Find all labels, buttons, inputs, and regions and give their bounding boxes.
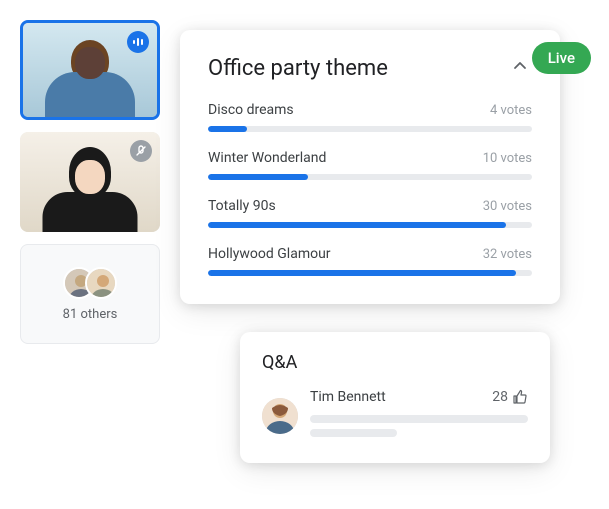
poll-option-votes: 32 votes [483,247,532,262]
poll-bar-fill [208,174,308,180]
muted-icon [130,140,152,162]
poll-bar-track [208,222,532,228]
thumbs-up-icon [512,389,528,405]
poll-title: Office party theme [208,56,388,81]
poll-bar-fill [208,222,506,228]
poll-option-label: Disco dreams [208,102,294,118]
video-tiles-column: 81 others [20,20,160,344]
qa-item[interactable]: Tim Bennett 28 [262,389,528,443]
collapse-button[interactable] [508,54,532,82]
avatar [85,267,117,299]
poll-option[interactable]: Disco dreams 4 votes [208,102,532,132]
poll-option[interactable]: Hollywood Glamour 32 votes [208,246,532,276]
qa-panel: Q&A Tim Bennett 28 [240,332,550,463]
avatar-group [63,267,117,299]
poll-bar-track [208,174,532,180]
chevron-up-icon [512,58,528,74]
poll-option-votes: 4 votes [490,103,532,118]
qa-upvote-button[interactable]: 28 [492,389,528,405]
poll-option-label: Winter Wonderland [208,150,326,166]
poll-option[interactable]: Winter Wonderland 10 votes [208,150,532,180]
poll-option-votes: 30 votes [483,199,532,214]
avatar [262,398,298,434]
participant-tile[interactable] [20,132,160,232]
poll-bar-track [208,270,532,276]
poll-bar-fill [208,126,247,132]
participant-tile-active[interactable] [20,20,160,120]
others-tile[interactable]: 81 others [20,244,160,344]
others-count: 81 others [63,307,118,322]
live-badge: Live [532,42,591,74]
qa-upvote-count: 28 [492,389,508,405]
audio-active-icon [127,31,149,53]
qa-author-name: Tim Bennett [310,389,386,405]
poll-option-votes: 10 votes [483,151,532,166]
poll-bar-fill [208,270,516,276]
text-placeholder [310,415,528,423]
qa-title: Q&A [262,352,528,373]
poll-bar-track [208,126,532,132]
text-placeholder [310,429,397,437]
poll-option-label: Totally 90s [208,198,276,214]
poll-panel: Office party theme Disco dreams 4 votes … [180,30,560,304]
poll-option[interactable]: Totally 90s 30 votes [208,198,532,228]
poll-option-label: Hollywood Glamour [208,246,331,262]
